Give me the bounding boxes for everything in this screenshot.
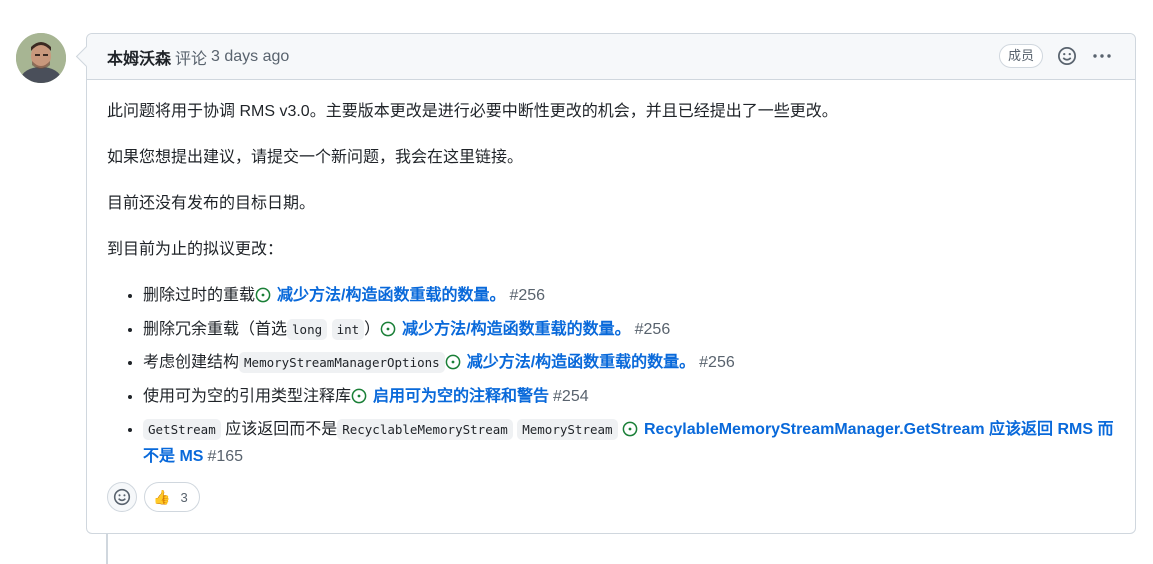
inline-code: long <box>287 318 328 340</box>
thumbs-up-reaction[interactable]: 👍 3 <box>144 482 200 512</box>
issue-opened-icon <box>445 354 461 378</box>
comment-author[interactable]: 本姆沃森 <box>107 45 171 69</box>
paragraph: 此问题将用于协调 RMS v3.0。主要版本更改是进行必要中断性更改的机会，并且… <box>107 103 838 120</box>
inline-code: int <box>331 318 365 340</box>
comment-body: 此问题将用于协调 RMS v3.0。主要版本更改是进行必要中断性更改的机会，并且… <box>87 80 1135 469</box>
list-item: GetStream 应该返回而不是RecyclableMemoryStream … <box>143 418 1115 469</box>
issue-number: #256 <box>699 354 735 371</box>
issue-opened-icon <box>380 321 396 345</box>
member-badge: 成员 <box>998 44 1043 68</box>
timeline-line <box>106 534 108 564</box>
issue-link[interactable]: 减少方法/构造函数重载的数量。 <box>402 321 630 338</box>
list-item: 删除过时的重载 减少方法/构造函数重载的数量。#256 <box>143 284 1115 311</box>
issue-number: #256 <box>509 287 546 304</box>
list-item: 删除冗余重载（首选long int） 减少方法/构造函数重载的数量。#256 <box>143 318 1115 345</box>
comment-timestamp[interactable]: 3 days ago <box>211 48 289 66</box>
reactions-bar: 👍 3 <box>107 482 200 512</box>
add-reaction-button[interactable] <box>107 482 137 512</box>
issue-number: #254 <box>553 387 589 405</box>
item-text: 应该返回而不是 <box>225 421 338 438</box>
item-text: 考虑创建结构 <box>143 354 240 371</box>
issue-opened-icon <box>622 421 638 445</box>
list-item: 考虑创建结构MemoryStreamManagerOptions 减少方法/构造函… <box>143 351 1115 378</box>
issue-comment: 本姆沃森 评论 3 days ago 成员 此问题将用于协调 RMS v3.0。… <box>86 33 1136 534</box>
issue-link[interactable]: 减少方法/构造函数重载的数量。 <box>467 354 695 371</box>
issue-link[interactable]: 启用可为空的注释和警告 <box>373 388 549 405</box>
item-text: ） <box>364 320 381 338</box>
inline-code: RecyclableMemoryStream <box>337 419 513 440</box>
inline-code: MemoryStream <box>517 419 618 440</box>
issue-number: #165 <box>207 448 244 465</box>
list-item: 使用可为空的引用类型注释库 启用可为空的注释和警告#254 <box>143 385 1115 412</box>
kebab-horizontal-icon[interactable] <box>1091 48 1113 64</box>
item-text: 删除过时的重载 <box>143 287 256 304</box>
paragraph: 目前还没有发布的目标日期。 <box>107 195 316 212</box>
issue-number: #256 <box>634 320 671 338</box>
smiley-icon <box>113 488 131 506</box>
paragraph: 如果您想提出建议，请提交一个新问题，我会在这里链接。 <box>107 149 524 166</box>
issue-opened-icon <box>255 287 271 311</box>
item-text: 删除冗余重载（首选 <box>143 320 288 338</box>
smiley-icon[interactable] <box>1057 46 1077 66</box>
inline-code: GetStream <box>143 419 221 440</box>
author-avatar[interactable] <box>16 33 66 83</box>
thumbs-up-icon: 👍 <box>153 488 171 505</box>
issue-opened-icon <box>351 388 367 412</box>
reaction-count: 3 <box>180 489 188 505</box>
comment-action: 评论 <box>175 50 208 68</box>
avatar-portrait-icon <box>16 33 66 83</box>
issue-link[interactable]: 减少方法/构造函数重载的数量。 <box>277 287 505 304</box>
inline-code: MemoryStreamManagerOptions <box>239 352 445 373</box>
item-text: 使用可为空的引用类型注释库 <box>143 387 352 405</box>
comment-header: 本姆沃森 评论 3 days ago 成员 <box>87 34 1135 80</box>
proposed-changes-list: 删除过时的重载减少方法/构造函数重载的数量。#256 删除冗余重载（首选long… <box>107 284 1115 469</box>
paragraph: 到目前为止的拟议更改： <box>107 241 284 258</box>
